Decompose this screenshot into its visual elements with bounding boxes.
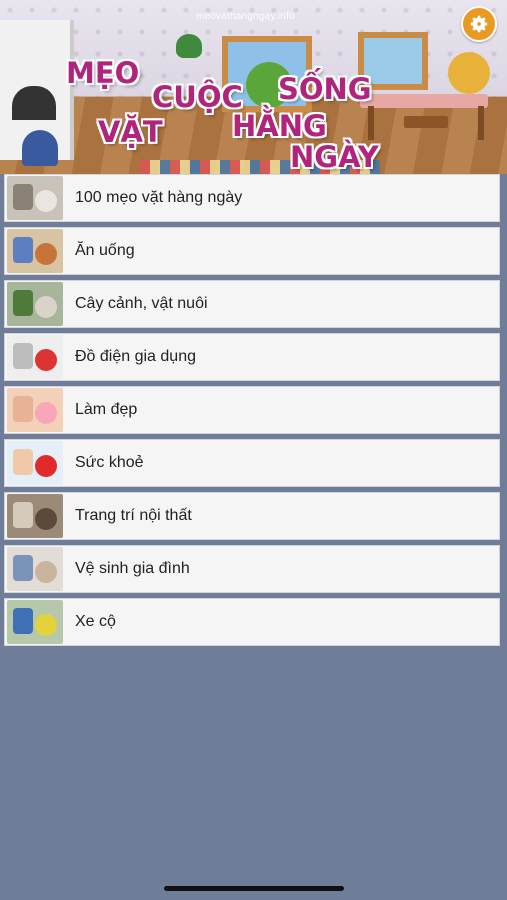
table-leg (368, 106, 374, 140)
table-illustration (360, 94, 488, 108)
list-item-label: Ăn uống (75, 242, 135, 259)
category-list: 100 mẹo vặt hàng ngày Ăn uống Cây cảnh, … (4, 174, 500, 651)
list-item-food[interactable]: Ăn uống (4, 227, 500, 275)
list-item-beauty[interactable]: Làm đẹp (4, 386, 500, 434)
beauty-thumbnail (7, 388, 63, 432)
list-item-label: 100 mẹo vặt hàng ngày (75, 189, 243, 206)
list-item-interior[interactable]: Trang trí nội thất (4, 492, 500, 540)
list-item-label: Trang trí nội thất (75, 507, 192, 524)
app-title-word: CUỘC (152, 80, 244, 115)
list-item-100-tips[interactable]: 100 mẹo vặt hàng ngày (4, 174, 500, 222)
list-item-cleaning[interactable]: Vệ sinh gia đình (4, 545, 500, 593)
app-title-word: NGÀY (290, 140, 380, 175)
list-item-plants-pets[interactable]: Cây cảnh, vật nuôi (4, 280, 500, 328)
site-url: meovathangngay.info (196, 11, 295, 22)
app-title-word: VẶT (98, 115, 164, 150)
list-item-label: Vệ sinh gia đình (75, 560, 190, 577)
stove-illustration (0, 20, 74, 166)
vehicles-thumbnail (7, 600, 63, 644)
app-title-word: MẸO (65, 56, 140, 91)
list-item-health[interactable]: Sức khoẻ (4, 439, 500, 487)
home-indicator[interactable] (164, 886, 344, 891)
food-thumbnail (7, 229, 63, 273)
header-banner: meovathangngay.info MẸO CUỘC SỐNG VẶT HẰ… (0, 0, 507, 174)
gear-icon (470, 15, 488, 33)
list-item-label: Làm đẹp (75, 401, 138, 418)
app-title-word: HẰNG (232, 109, 328, 144)
list-item-appliances[interactable]: Đồ điện gia dụng (4, 333, 500, 381)
hat-illustration (22, 130, 58, 166)
cleaning-thumbnail (7, 547, 63, 591)
interior-thumbnail (7, 494, 63, 538)
plant-illustration (176, 34, 202, 58)
stool-illustration (404, 116, 448, 128)
list-item-label: Sức khoẻ (75, 454, 144, 471)
plants-pets-thumbnail (7, 282, 63, 326)
list-item-vehicles[interactable]: Xe cộ (4, 598, 500, 646)
list-item-label: Cây cảnh, vật nuôi (75, 295, 208, 312)
list-item-label: Đồ điện gia dụng (75, 348, 196, 365)
stove-door (12, 86, 56, 120)
settings-button[interactable] (461, 6, 497, 42)
app-title-word: SỐNG (278, 72, 373, 107)
appliances-thumbnail (7, 335, 63, 379)
vase-illustration (448, 52, 490, 94)
table-leg (478, 106, 484, 140)
list-item-label: Xe cộ (75, 613, 116, 630)
dishes-thumbnail (7, 176, 63, 220)
health-thumbnail (7, 441, 63, 485)
